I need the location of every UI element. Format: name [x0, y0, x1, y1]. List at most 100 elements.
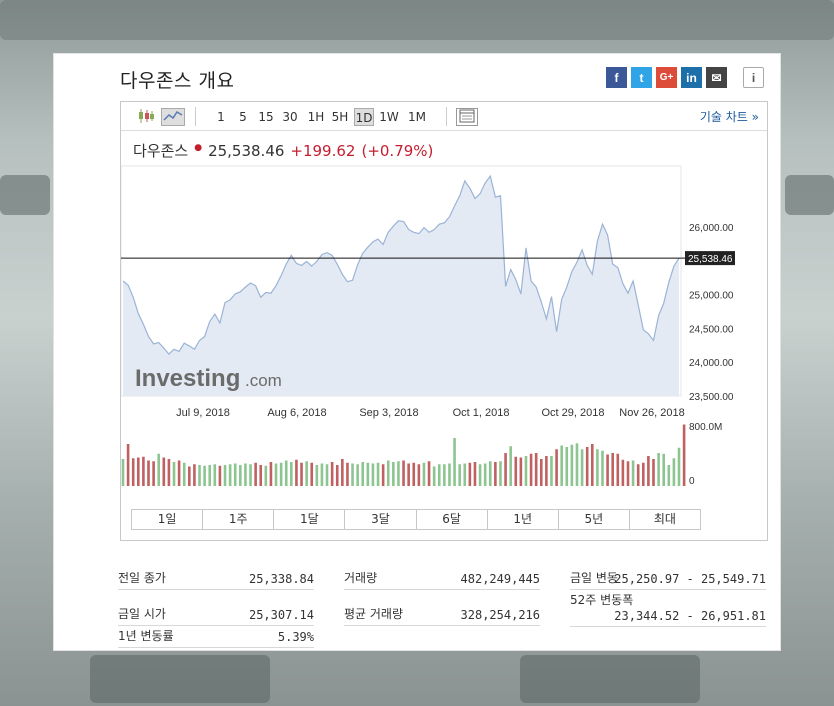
volume-bar [555, 449, 558, 486]
volume-bar [300, 462, 303, 486]
index-name: 다우존스 [133, 142, 189, 160]
volume-bar [473, 462, 477, 486]
volume-bar [142, 456, 145, 486]
google-plus-icon[interactable]: G+ [656, 67, 677, 88]
timeframe-30[interactable]: 30 [281, 108, 299, 126]
range-button-5[interactable]: 1년 [488, 510, 559, 529]
volume-bar [483, 463, 487, 486]
volume-bar [590, 444, 594, 486]
volume-bar [356, 464, 359, 486]
x-tick-label: Oct 1, 2018 [453, 407, 510, 419]
volume-bar [284, 460, 288, 486]
twitter-icon[interactable]: t [631, 67, 652, 88]
volume-bar [290, 462, 293, 486]
range-button-1[interactable]: 1주 [203, 510, 275, 529]
stat-open: 금일 시가 25,307.14 [118, 605, 314, 626]
volume-bar [621, 459, 625, 486]
range-button-2[interactable]: 1달 [274, 510, 346, 529]
volume-bar [647, 456, 650, 486]
timeframe-5[interactable]: 5 [237, 108, 249, 126]
area-chart-icon[interactable] [161, 108, 185, 126]
range-selector: 1일 1주 1달 3달 6달 1년 5년 최대 [131, 509, 701, 530]
volume-bar [167, 459, 171, 486]
volume-bar [422, 462, 426, 486]
volume-bar [320, 463, 324, 486]
timeframe-1h[interactable]: 1H [307, 108, 325, 126]
volume-bar [366, 462, 370, 486]
volume-bar [606, 454, 609, 486]
range-button-3[interactable]: 3달 [345, 510, 417, 529]
volume-bar [193, 464, 196, 486]
facebook-icon[interactable]: f [606, 67, 627, 88]
volume-bar [147, 460, 150, 486]
range-button-0[interactable]: 1일 [132, 510, 204, 529]
volume-bar [295, 459, 298, 486]
volume-tick-zero: 0 [689, 476, 695, 487]
volume-bar [682, 424, 686, 486]
volume-bar [397, 461, 400, 486]
volume-bar [499, 461, 502, 486]
range-button-4[interactable]: 6달 [417, 510, 488, 529]
x-tick-label: Sep 3, 2018 [359, 407, 418, 419]
range-button-7[interactable]: 최대 [630, 510, 700, 529]
volume-bar [126, 444, 130, 486]
volume-bar [514, 456, 518, 486]
candlestick-icon[interactable] [135, 108, 157, 126]
technical-chart-link[interactable]: 기술 차트 » [700, 108, 759, 125]
volume-bar [203, 465, 206, 486]
y-tick-label: 24,500.00 [689, 324, 734, 335]
volume-bar [453, 438, 456, 486]
x-tick-label: Nov 26, 2018 [619, 407, 684, 419]
volume-bar [575, 443, 579, 486]
price-chart[interactable]: Investing .com 26,000.00 25,000.00 24,500.00… [121, 164, 767, 504]
volume-tick-max: 800.0M [689, 422, 722, 433]
volume-bar [346, 462, 349, 486]
volume-bar [565, 447, 569, 486]
volume-bar [386, 460, 390, 486]
volume-bar [325, 464, 329, 486]
timeframe-1[interactable]: 1 [215, 108, 227, 126]
volume-bar [458, 464, 461, 486]
volume-bar [152, 461, 155, 486]
table-view-icon[interactable] [456, 108, 478, 126]
volume-bar [437, 464, 441, 486]
volume-bar [667, 465, 671, 486]
timeframe-1m[interactable]: 1M [406, 108, 428, 126]
overview-card: 다우존스 개요 f t G+ in ✉ i 기술 차트 » 1 5 15 30 1H 5H… [53, 53, 781, 651]
email-icon[interactable]: ✉ [706, 67, 727, 88]
y-tick-label: 26,000.00 [689, 223, 734, 234]
y-tick-label: 24,000.00 [689, 358, 734, 369]
volume-bar [341, 459, 344, 486]
price-change: +199.62 [290, 142, 356, 160]
range-button-6[interactable]: 5년 [559, 510, 630, 529]
stat-volume: 거래량 482,249,445 [344, 569, 540, 590]
volume-bar [274, 463, 278, 486]
volume-bar [570, 444, 574, 486]
timeframe-15[interactable]: 15 [257, 108, 275, 126]
timeframe-1d[interactable]: 1D [354, 108, 374, 126]
volume-bar [198, 465, 201, 486]
volume-bar [662, 453, 665, 486]
info-icon[interactable]: i [743, 67, 764, 88]
volume-bar [585, 447, 589, 486]
volume-bar [631, 460, 635, 486]
volume-bar [228, 464, 232, 486]
volume-bar [672, 458, 676, 486]
timeframe-1w[interactable]: 1W [379, 108, 399, 126]
volume-bar [539, 459, 543, 486]
volume-bar [529, 453, 533, 486]
volume-bar [652, 459, 655, 486]
volume-bar [162, 457, 166, 486]
volume-bar [580, 449, 584, 486]
volume-bar [407, 463, 410, 486]
volume-bar [182, 462, 186, 486]
timeframe-5h[interactable]: 5H [331, 108, 349, 126]
volume-bar [213, 464, 217, 486]
linkedin-icon[interactable]: in [681, 67, 702, 88]
volume-bar [478, 464, 482, 486]
volume-bar [249, 464, 252, 486]
volume-bar [427, 461, 431, 486]
volume-bar [448, 463, 451, 486]
volume-bar [121, 459, 125, 486]
price-change-pct: (+0.79%) [361, 142, 434, 160]
